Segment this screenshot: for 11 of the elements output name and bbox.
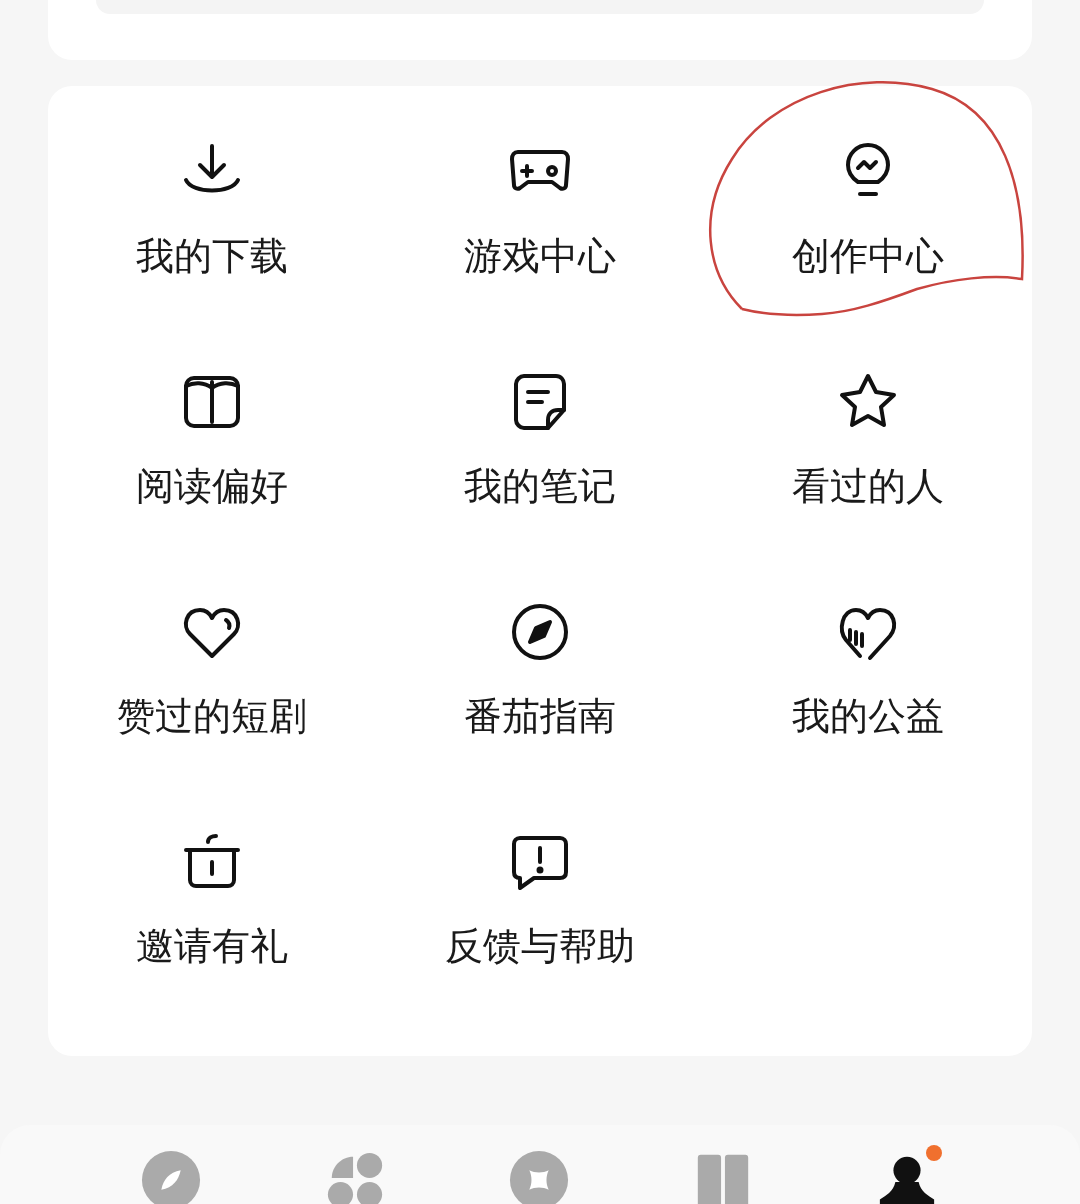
- menu-label[interactable]: 我的笔记: [464, 464, 616, 508]
- menu-label[interactable]: 赞过的短剧: [117, 694, 307, 738]
- menu-label[interactable]: 阅读偏好: [136, 464, 288, 508]
- menu-label[interactable]: 反馈与帮助: [445, 924, 635, 968]
- menu-label[interactable]: 番茄指南: [464, 694, 616, 738]
- menu-label[interactable]: 我的下载: [136, 234, 288, 278]
- menu-label[interactable]: 邀请有礼: [136, 924, 288, 968]
- menu-label[interactable]: 创作中心: [792, 234, 944, 278]
- menu-label[interactable]: 看过的人: [792, 464, 944, 508]
- menu-label[interactable]: 我的公益: [792, 694, 944, 738]
- menu-label[interactable]: 游戏中心: [464, 234, 616, 278]
